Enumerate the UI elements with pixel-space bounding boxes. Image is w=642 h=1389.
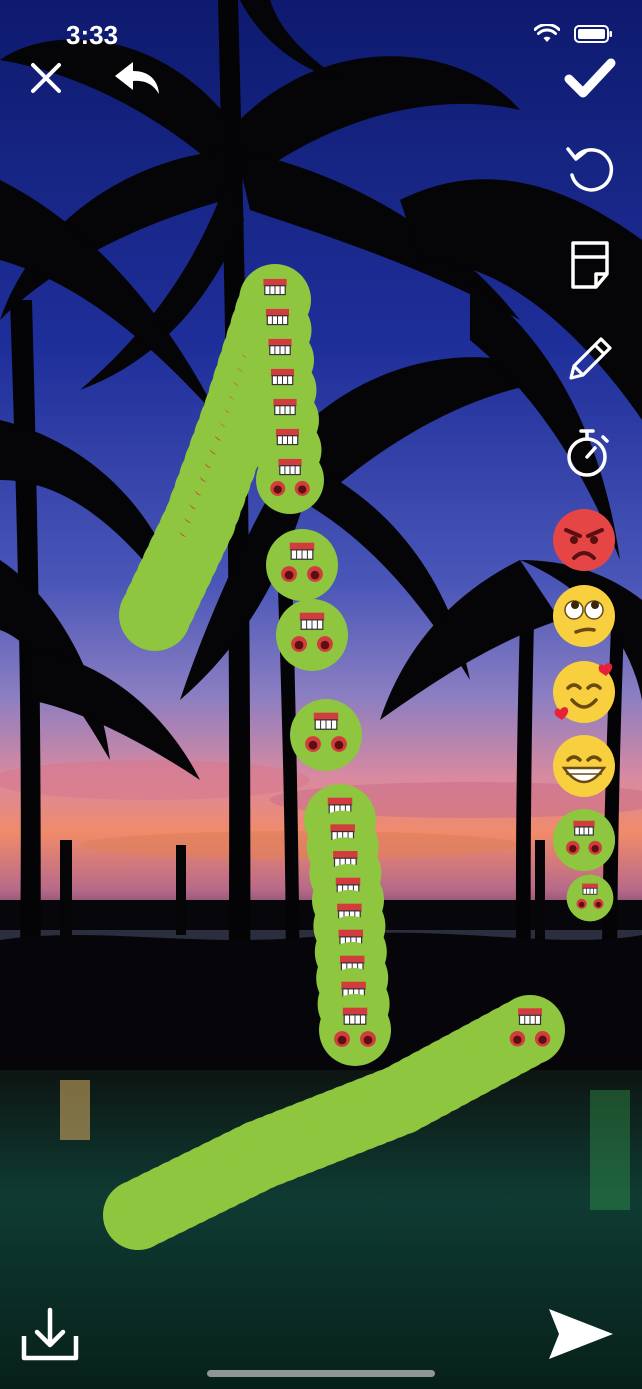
wifi-icon bbox=[534, 24, 560, 42]
download-button[interactable] bbox=[18, 1304, 82, 1364]
zombie-emoji-stamp bbox=[495, 995, 565, 1065]
emoji-zombie-face-small-button[interactable] bbox=[566, 874, 614, 922]
zombie-emoji-stamp bbox=[256, 446, 324, 514]
undo-arrow-icon bbox=[115, 62, 159, 94]
undo-button[interactable] bbox=[110, 56, 164, 100]
close-icon bbox=[31, 63, 61, 93]
angry-face-icon bbox=[553, 509, 615, 571]
sticker-icon bbox=[571, 241, 609, 289]
emoji-grinning-face-button[interactable] bbox=[552, 734, 616, 798]
send-button[interactable] bbox=[546, 1306, 616, 1362]
battery-icon bbox=[574, 25, 612, 43]
grinning-face-icon bbox=[553, 735, 615, 797]
zombie-emoji-stamp bbox=[553, 809, 615, 871]
eye-roll-face-icon bbox=[553, 585, 615, 647]
emoji-smiling-face-with-hearts-button[interactable] bbox=[552, 660, 616, 724]
zombie-emoji-stamp bbox=[566, 874, 614, 922]
zombie-emoji-stamp bbox=[319, 994, 391, 1066]
checkmark-icon bbox=[564, 58, 616, 98]
emoji-angry-face-button[interactable] bbox=[552, 508, 616, 572]
reset-button[interactable] bbox=[563, 142, 617, 196]
emoji-drawing-layer[interactable] bbox=[0, 0, 642, 1389]
zombie-emoji-stamp bbox=[266, 529, 338, 601]
close-button[interactable] bbox=[24, 56, 68, 100]
send-icon bbox=[549, 1309, 613, 1359]
zombie-emoji-stamp bbox=[276, 599, 348, 671]
pencil-icon bbox=[569, 337, 612, 380]
download-icon bbox=[21, 1307, 79, 1361]
zombie-face-small-icon bbox=[566, 874, 614, 922]
confirm-button[interactable] bbox=[562, 52, 618, 104]
stopwatch-icon bbox=[567, 429, 609, 477]
emoji-eye-roll-face-button[interactable] bbox=[552, 584, 616, 648]
emoji-zombie-face-button[interactable] bbox=[552, 808, 616, 872]
smiling-face-with-hearts-icon bbox=[553, 661, 615, 723]
home-indicator bbox=[207, 1370, 435, 1377]
zombie-face-icon bbox=[553, 809, 615, 871]
draw-button[interactable] bbox=[563, 332, 617, 386]
status-time: 3:33 bbox=[66, 20, 119, 50]
rotate-ccw-icon bbox=[566, 147, 614, 192]
sticker-button[interactable] bbox=[566, 238, 614, 292]
status-icons bbox=[534, 24, 614, 44]
zombie-emoji-stamp bbox=[290, 699, 362, 771]
timer-button[interactable] bbox=[562, 426, 612, 480]
